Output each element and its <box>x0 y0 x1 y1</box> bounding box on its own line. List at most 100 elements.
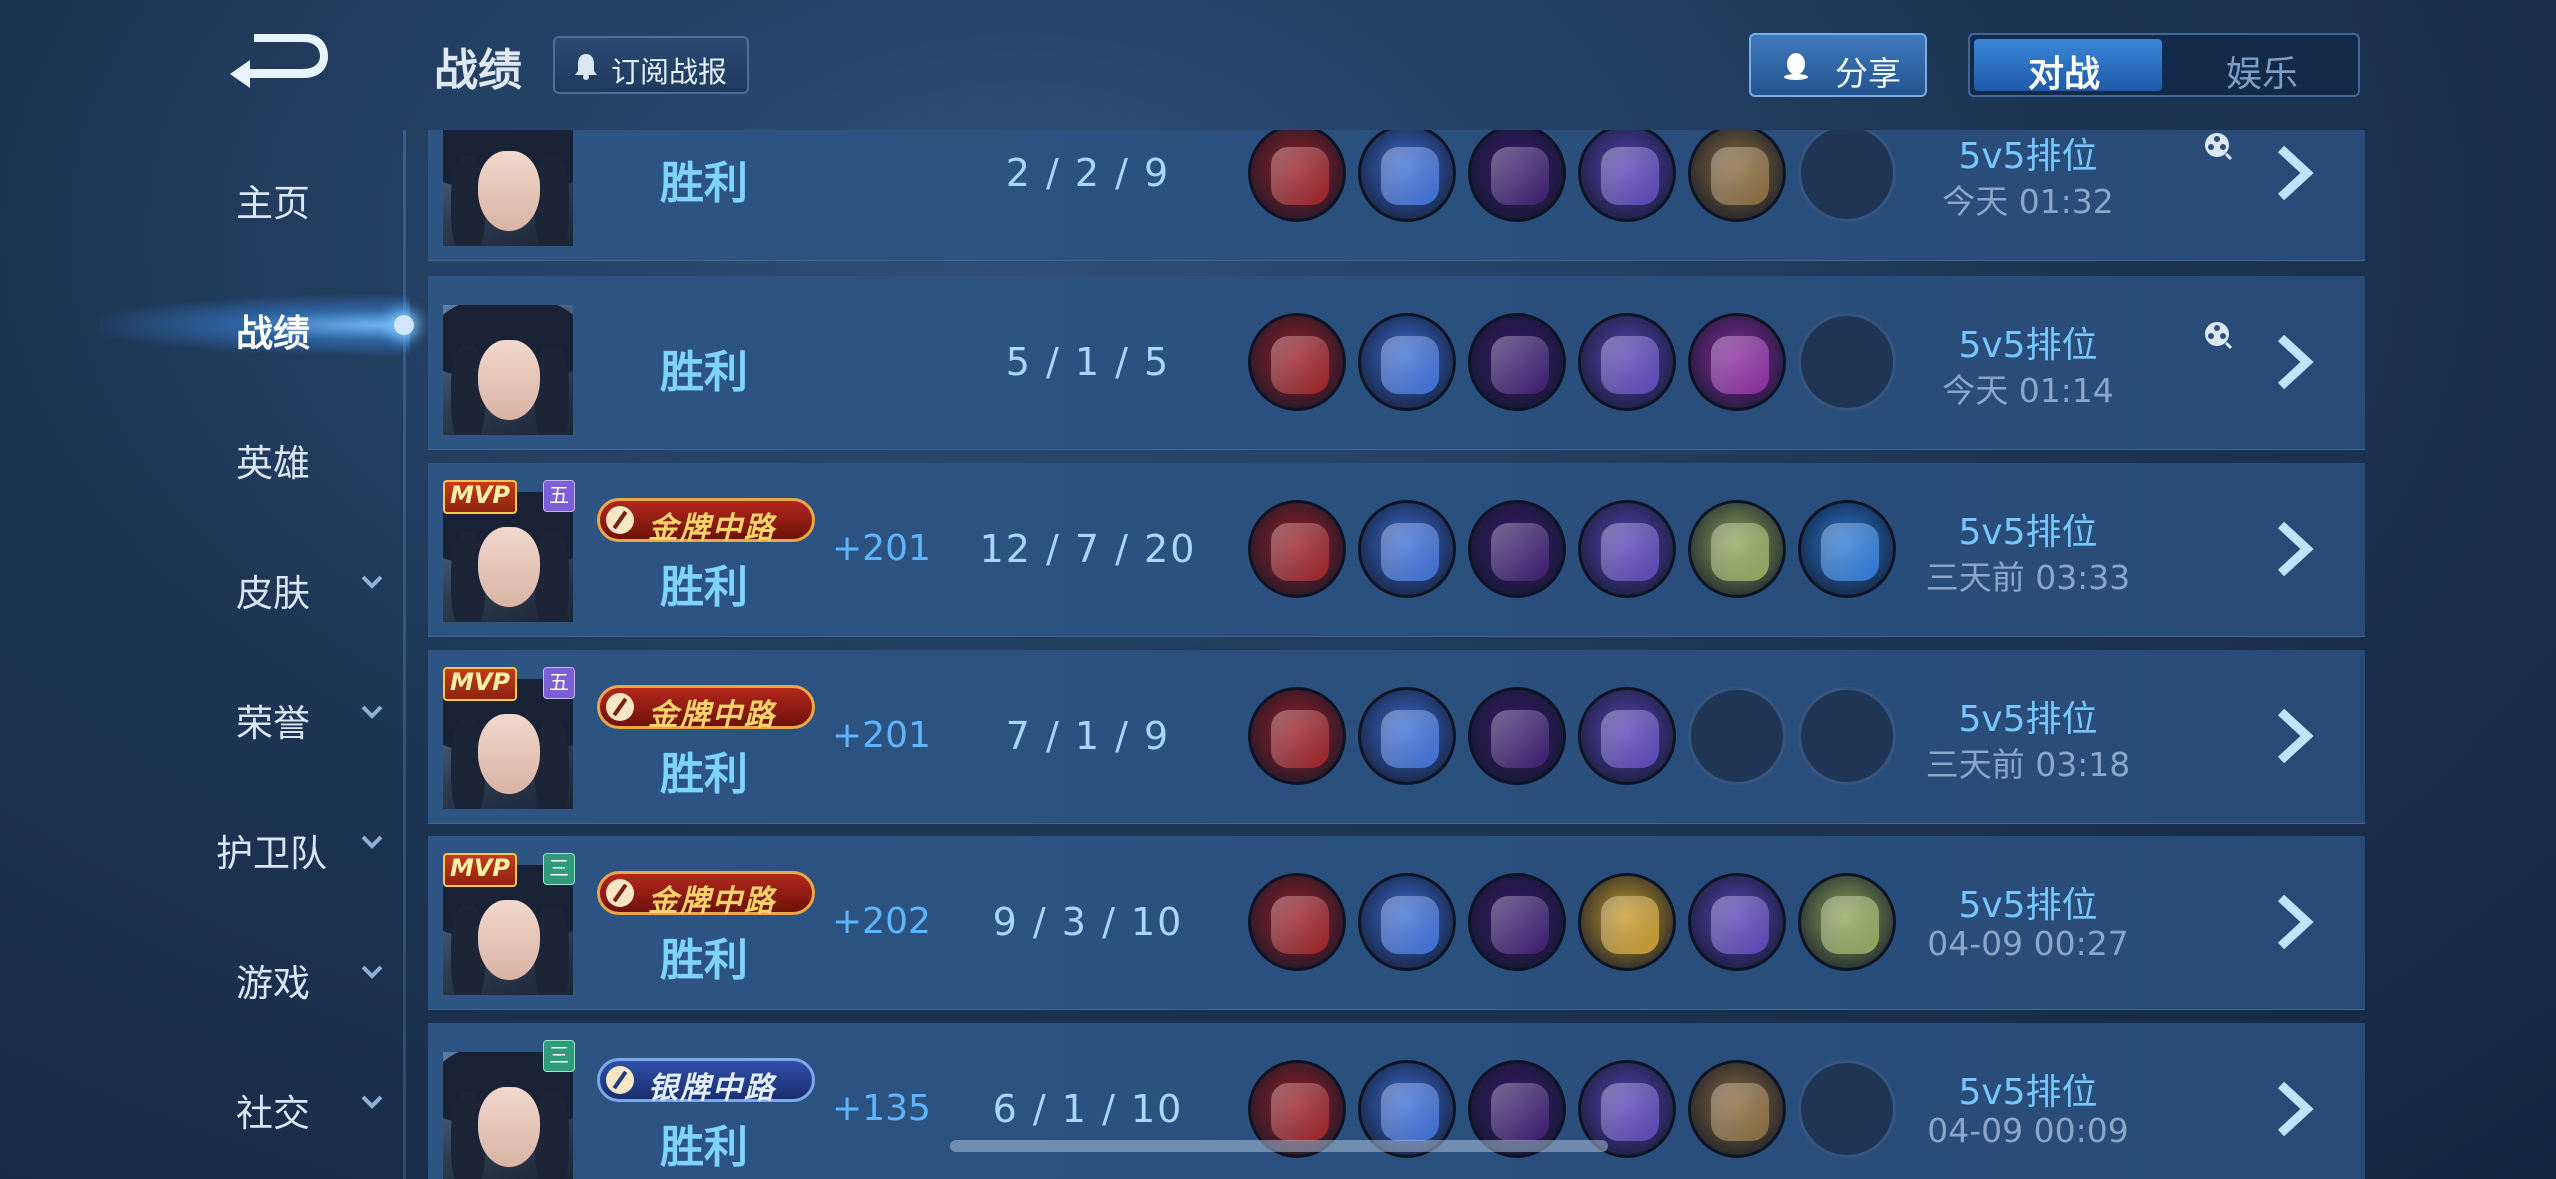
replay-icon[interactable] <box>2202 130 2232 160</box>
scrollbar[interactable] <box>950 1140 1608 1152</box>
blue-dragon-icon <box>1358 687 1456 785</box>
mvp-badge: MVP <box>443 480 517 514</box>
blue-dragon-icon <box>1358 873 1456 971</box>
item-art <box>1711 336 1769 394</box>
sidebar-item-4[interactable]: 荣誉 <box>0 675 400 755</box>
chevron-down-icon[interactable] <box>357 1087 387 1117</box>
back-icon[interactable] <box>220 30 330 90</box>
gold-scepter-icon <box>1578 873 1676 971</box>
match-row[interactable]: 三银牌中路 胜利 +135 6 / 1 / 10 5v5排位 04-09 00:09 <box>428 1023 2365 1179</box>
sidebar-item-2[interactable]: 英雄 <box>0 415 400 495</box>
purple-staff-icon <box>1578 687 1676 785</box>
item-art <box>1491 1083 1549 1141</box>
item-art <box>1271 147 1329 205</box>
empty-item-slot <box>1798 130 1896 222</box>
medal-label: 金牌中路 <box>648 511 776 546</box>
red-hat-icon <box>1468 130 1566 222</box>
purple-staff-icon <box>1578 130 1676 222</box>
game-mode: 5v5排位 <box>1958 512 2098 553</box>
tier-badge: 三 <box>543 853 575 885</box>
game-mode: 5v5排位 <box>1958 699 2098 740</box>
item-art <box>1711 523 1769 581</box>
sidebar-item-7[interactable]: 社交 <box>0 1065 400 1145</box>
chevron-right-icon[interactable] <box>2271 519 2321 579</box>
game-mode: 5v5排位 <box>1958 885 2098 926</box>
game-mode: 5v5排位 <box>1958 136 2098 177</box>
item-art <box>1491 523 1549 581</box>
wooden-book-icon <box>1688 1060 1786 1158</box>
game-mode: 5v5排位 <box>1958 325 2098 366</box>
chevron-down-icon[interactable] <box>357 567 387 597</box>
item-art <box>1271 896 1329 954</box>
purple-staff-icon <box>1688 873 1786 971</box>
item-art <box>1381 523 1439 581</box>
game-mode: 5v5排位 <box>1958 1072 2098 1113</box>
subscribe-report-button[interactable]: 订阅战报 <box>553 36 749 94</box>
mvp-badge: MVP <box>443 667 517 701</box>
red-hat-icon <box>1468 873 1566 971</box>
match-result: 胜利 <box>660 749 748 800</box>
blue-dragon-icon <box>1358 500 1456 598</box>
chevron-down-icon[interactable] <box>357 827 387 857</box>
match-row[interactable]: 胜利 2 / 2 / 9 5v5排位 今天 01:32 <box>428 130 2365 261</box>
item-art <box>1491 896 1549 954</box>
item-art <box>1381 710 1439 768</box>
sidebar-item-3[interactable]: 皮肤 <box>0 545 400 625</box>
item-art <box>1601 1083 1659 1141</box>
chevron-right-icon[interactable] <box>2271 1079 2321 1139</box>
medal-icon <box>606 879 634 907</box>
item-art <box>1711 896 1769 954</box>
chevron-down-icon[interactable] <box>357 697 387 727</box>
item-art <box>1601 710 1659 768</box>
share-button[interactable]: 分享 <box>1749 33 1927 97</box>
item-art <box>1381 336 1439 394</box>
item-art <box>1821 896 1879 954</box>
chevron-right-icon[interactable] <box>2271 892 2321 952</box>
match-result: 胜利 <box>660 347 748 398</box>
match-time: 今天 01:14 <box>1942 371 2114 410</box>
sidebar-item-5[interactable]: 护卫队 <box>0 805 400 885</box>
tab-battle-label[interactable]: 对战 <box>2028 45 2100 95</box>
item-art <box>1491 710 1549 768</box>
bell-icon <box>575 54 597 80</box>
hero-avatar <box>443 305 573 435</box>
red-boots-icon <box>1248 873 1346 971</box>
item-art <box>1491 336 1549 394</box>
chevron-right-icon[interactable] <box>2271 143 2321 203</box>
lane-medal-badge: 金牌中路 <box>597 871 815 919</box>
chevron-right-icon[interactable] <box>2271 706 2321 766</box>
replay-icon[interactable] <box>2202 319 2232 349</box>
match-time: 三天前 03:33 <box>1925 558 2131 597</box>
lane-medal-badge: 金牌中路 <box>597 498 815 546</box>
magenta-rune-icon <box>1688 313 1786 411</box>
hero-avatar <box>443 130 573 246</box>
match-row[interactable]: 胜利 5 / 1 / 5 5v5排位 今天 01:14 <box>428 276 2365 450</box>
match-result: 胜利 <box>660 562 748 613</box>
subscribe-label: 订阅战报 <box>611 55 728 89</box>
item-art <box>1601 896 1659 954</box>
item-art <box>1271 1083 1329 1141</box>
lane-medal-badge: 金牌中路 <box>597 685 815 733</box>
rank-score: +202 <box>832 901 931 942</box>
kda: 12 / 7 / 20 <box>979 527 1197 571</box>
sidebar-item-label: 游戏 <box>236 962 310 1005</box>
sidebar-item-6[interactable]: 游戏 <box>0 935 400 1015</box>
chevron-right-icon[interactable] <box>2271 332 2321 392</box>
sidebar-item-1[interactable]: 战绩 <box>0 285 414 365</box>
wooden-book-icon <box>1688 130 1786 222</box>
item-art <box>1601 523 1659 581</box>
blue-dragon-icon <box>1358 313 1456 411</box>
chevron-down-icon[interactable] <box>357 957 387 987</box>
item-art <box>1601 147 1659 205</box>
match-row[interactable]: MVP 五金牌中路 胜利 +201 12 / 7 / 20 5v5排位 三天前 03:33 <box>428 463 2365 637</box>
match-row[interactable]: MVP 五金牌中路 胜利 +201 7 / 1 / 9 5v5排位 三天前 03:18 <box>428 650 2365 824</box>
tab-entertainment-label[interactable]: 娱乐 <box>2226 45 2298 95</box>
medal-icon <box>606 1066 634 1094</box>
medal-label: 金牌中路 <box>648 698 776 733</box>
empty-item-slot <box>1688 687 1786 785</box>
kda: 6 / 1 / 10 <box>992 1087 1184 1131</box>
match-row[interactable]: MVP 三金牌中路 胜利 +202 9 / 3 / 10 5v5排位 04-09 00:27 <box>428 836 2365 1010</box>
item-art <box>1271 523 1329 581</box>
medal-label: 金牌中路 <box>648 884 776 919</box>
sidebar-item-0[interactable]: 主页 <box>0 155 400 235</box>
